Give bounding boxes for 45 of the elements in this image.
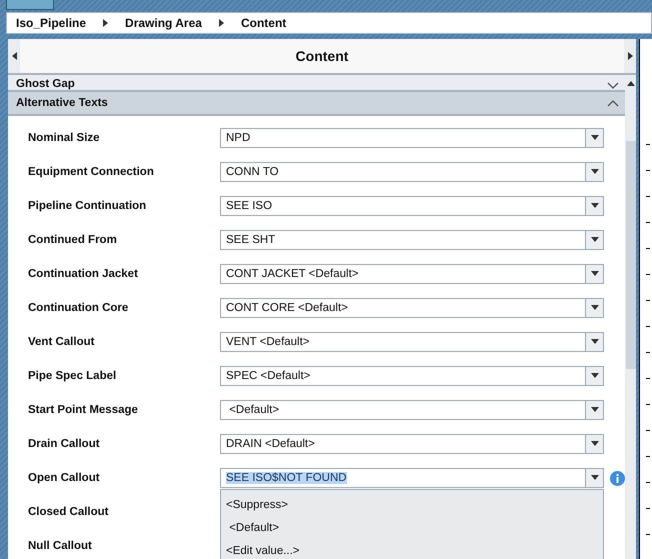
scroll-up-icon[interactable] xyxy=(626,79,636,89)
field-label: Pipeline Continuation xyxy=(28,200,148,212)
dropdown-field[interactable]: CONT CORE <Default> xyxy=(220,298,604,318)
section-header[interactable]: Alternative Texts xyxy=(8,92,625,116)
scrollbar[interactable] xyxy=(625,75,636,559)
panel-title: Content xyxy=(294,47,350,66)
dropdown-field[interactable]: NPD xyxy=(220,128,604,148)
dropdown-field[interactable]: CONT JACKET <Default> xyxy=(220,264,604,284)
chevron-up-icon[interactable] xyxy=(607,99,619,107)
menu-option[interactable]: <Edit value...> xyxy=(221,539,603,559)
dropdown-field[interactable]: SPEC <Default> xyxy=(220,366,604,386)
field-label: Drain Callout xyxy=(28,438,101,450)
field-label: Nominal Size xyxy=(28,132,101,144)
field-label: Open Callout xyxy=(28,472,101,484)
menu-option[interactable]: <Suppress> xyxy=(221,493,603,516)
scroll-right-icon[interactable] xyxy=(626,51,634,61)
scroll-left-icon[interactable] xyxy=(10,51,18,61)
dropdown-field[interactable]: <Default> xyxy=(220,400,604,420)
breadcrumb-item[interactable]: Drawing Area xyxy=(125,16,202,30)
dropdown-field[interactable]: CONN TO xyxy=(220,162,604,182)
field-label: Pipe Spec Label xyxy=(28,370,118,382)
section-title: Alternative Texts xyxy=(16,97,108,109)
menu-option[interactable]: <Default> xyxy=(221,516,603,539)
dropdown-field[interactable]: DRAIN <Default> xyxy=(220,434,604,454)
field-label: Continuation Jacket xyxy=(28,268,139,280)
dropdown-field[interactable]: SEE SHT xyxy=(220,230,604,250)
chevron-right-icon[interactable] xyxy=(102,18,110,28)
field-label: Null Callout xyxy=(28,540,93,552)
dropdown-field[interactable]: SEE ISO$NOT FOUND xyxy=(220,468,604,488)
dropdown-field[interactable]: VENT <Default> xyxy=(220,332,604,352)
breadcrumb-item[interactable]: Content xyxy=(240,16,286,30)
breadcrumb-item[interactable]: Iso_Pipeline xyxy=(16,16,86,30)
field-label: Vent Callout xyxy=(28,336,96,348)
section-title: Ghost Gap xyxy=(16,78,75,90)
field-label: Continued From xyxy=(28,234,118,246)
chevron-right-icon[interactable] xyxy=(218,18,225,28)
field-label: Continuation Core xyxy=(28,302,130,314)
chevron-down-icon[interactable] xyxy=(607,82,619,90)
dropdown-field[interactable]: SEE ISO xyxy=(220,196,604,216)
field-label: Start Point Message xyxy=(28,404,139,416)
field-label: Closed Callout xyxy=(28,506,110,518)
scroll-thumb[interactable] xyxy=(626,141,636,369)
section-header[interactable]: Ghost Gap xyxy=(8,75,625,92)
info-icon[interactable] xyxy=(610,470,625,486)
field-label: Equipment Connection xyxy=(28,166,155,178)
